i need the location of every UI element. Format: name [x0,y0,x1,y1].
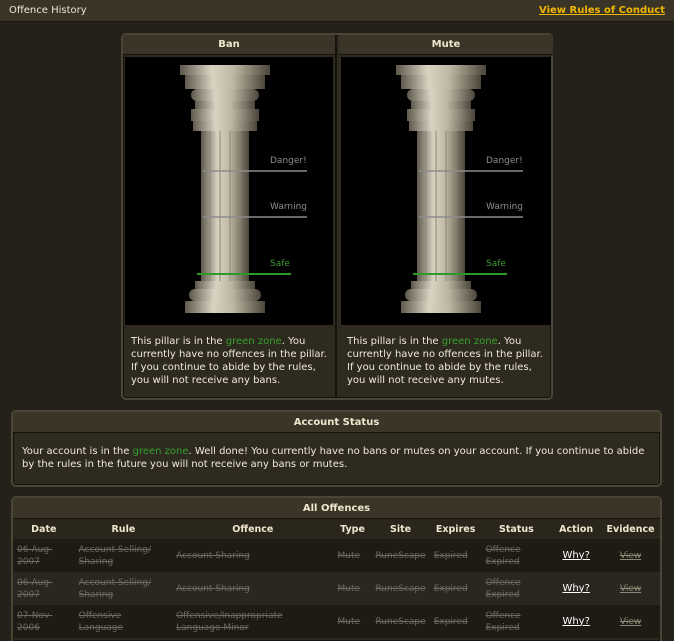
ban-pillar: Ban Danger! Warning Safe This pillar is … [123,35,337,398]
table-row: 07-Nov-2006 Offensive Language Offensive… [13,605,660,638]
why-link[interactable]: Why? [562,550,589,561]
column-header: Action [551,519,602,539]
table-header-row: Date Rule Offence Type Site Expires Stat… [13,519,660,539]
rule-cell: Account Selling/ Sharing [74,572,173,605]
pillars-panel: Ban Danger! Warning Safe This pillar is … [121,33,553,400]
site-cell: RuneScape [371,539,430,572]
date-cell: 07-Nov-2006 [13,605,75,638]
green-zone-text: green zone [132,446,189,457]
why-link[interactable]: Why? [562,583,589,594]
column-header: Site [371,519,430,539]
evidence-cell: View [601,572,660,605]
warning-label: Warning [486,202,524,212]
account-status-panel: Account Status Your account is in the gr… [11,410,662,487]
column-icon [180,65,307,313]
all-offences-heading: All Offences [13,498,660,519]
type-cell: Mute [333,572,372,605]
safe-label: Safe [270,259,290,269]
offence-cell: Account Sharing [172,572,334,605]
column-header: Rule [74,519,173,539]
ban-pillar-image: Danger! Warning Safe [125,57,333,325]
offence-cell: Account Sharing [172,539,334,572]
status-cell: Offence Expired [481,605,552,638]
column-icon [396,65,523,313]
date-cell: 06-Aug-2007 [13,572,75,605]
offence-cell: Offensive/Inappropriate Language Minor [172,605,334,638]
all-offences-panel: All Offences Date Rule Offence Type Site… [11,496,662,641]
type-cell: Mute [333,539,372,572]
column-header: Type [333,519,372,539]
action-cell: Why? [551,539,602,572]
date-cell: 06-Aug-2007 [13,539,75,572]
status-cell: Offence Expired [481,572,552,605]
evidence-cell: View [601,605,660,638]
view-evidence-link[interactable]: View [620,617,641,627]
offences-table: Date Rule Offence Type Site Expires Stat… [13,519,660,638]
safe-label: Safe [486,259,506,269]
column-header: Evidence [601,519,660,539]
view-evidence-link[interactable]: View [620,584,641,594]
ban-pillar-heading: Ban [123,35,335,55]
top-bar: Offence History View Rules of Conduct [0,0,674,22]
danger-label: Danger! [270,156,307,166]
mute-pillar-image: Danger! Warning Safe [341,57,551,325]
type-cell: Mute [333,605,372,638]
column-header: Date [13,519,75,539]
column-header: Offence [172,519,334,539]
status-cell: Offence Expired [481,539,552,572]
rule-cell: Account Selling/ Sharing [74,539,173,572]
page-title: Offence History [9,5,87,16]
view-evidence-link[interactable]: View [620,551,641,561]
expires-cell: Expired [429,572,482,605]
mute-pillar-description: This pillar is in the green zone. You cu… [347,336,543,386]
ban-pillar-description: This pillar is in the green zone. You cu… [131,336,327,386]
column-header: Status [481,519,552,539]
why-link[interactable]: Why? [562,616,589,627]
account-status-heading: Account Status [13,412,660,433]
expires-cell: Expired [429,539,482,572]
site-cell: RuneScape [371,572,430,605]
account-status-text: Your account is in the green zone. Well … [22,446,645,470]
danger-label: Danger! [486,156,523,166]
table-row: 06-Aug-2007 Account Selling/ Sharing Acc… [13,572,660,605]
mute-pillar-heading: Mute [339,35,553,55]
table-row: 06-Aug-2007 Account Selling/ Sharing Acc… [13,539,660,572]
green-zone-text: green zone [225,336,282,347]
column-header: Expires [429,519,482,539]
expires-cell: Expired [429,605,482,638]
action-cell: Why? [551,572,602,605]
mute-pillar: Mute Danger! Warning Safe This pillar is… [339,35,553,398]
evidence-cell: View [601,539,660,572]
action-cell: Why? [551,605,602,638]
warning-label: Warning [270,202,308,212]
view-rules-link[interactable]: View Rules of Conduct [539,5,665,16]
site-cell: RuneScape [371,605,430,638]
rule-cell: Offensive Language [74,605,173,638]
green-zone-text: green zone [441,336,498,347]
